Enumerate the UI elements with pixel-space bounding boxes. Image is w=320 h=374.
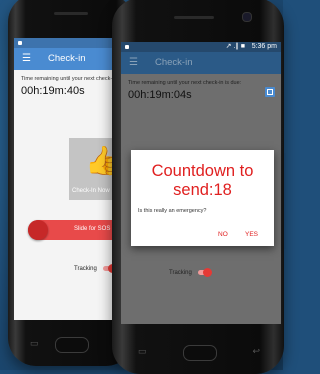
tracking-row: Tracking (74, 264, 118, 273)
dialog-title: Countdown to send:18 (151, 162, 254, 199)
status-time: 5:36 pm (251, 43, 277, 50)
remaining-label: Time remaining until your next check-in … (21, 76, 128, 82)
no-button[interactable]: NO (218, 231, 228, 238)
nav-bar: ▭ (26, 334, 116, 356)
content: Time remaining until your next check-in … (121, 74, 281, 107)
home-button[interactable] (55, 337, 89, 353)
notification-icon (18, 41, 22, 45)
recent-apps-icon[interactable]: ▭ (138, 346, 147, 357)
home-button[interactable] (183, 345, 217, 361)
nav-bar: ▭ ↩ (134, 342, 264, 364)
back-icon[interactable]: ↩ (252, 346, 260, 357)
sos-slider-knob[interactable] (28, 220, 48, 240)
tracking-label: Tracking (74, 266, 97, 273)
tracking-label: Tracking (169, 270, 192, 277)
notification-icon (125, 45, 129, 49)
recent-apps-icon[interactable]: ▭ (30, 338, 39, 349)
countdown-timer: 00h:19m:40s (21, 85, 85, 97)
app-bar: ☰ Check-in (14, 48, 128, 70)
sos-label: Slide for SOS (74, 226, 111, 232)
yes-button[interactable]: YES (245, 231, 258, 238)
hamburger-icon[interactable]: ☰ (129, 57, 138, 69)
emergency-dialog: Countdown to send:18 Is this really an e… (131, 150, 274, 246)
signal-battery-icon: ↗ .∥ ■ (225, 43, 245, 50)
status-bar (14, 38, 128, 48)
app-title: Check-in (155, 57, 193, 68)
tracking-toggle[interactable] (198, 268, 213, 277)
front-camera-icon (242, 12, 252, 22)
speaker-grille (54, 12, 88, 15)
calendar-icon[interactable] (265, 87, 275, 97)
tracking-row: Tracking (169, 268, 213, 277)
countdown-timer: 00h:19m:04s (128, 89, 192, 101)
remaining-label: Time remaining until your next check-in … (128, 80, 242, 86)
content: Time remaining until your next check-in … (14, 70, 128, 103)
hamburger-icon[interactable]: ☰ (22, 53, 31, 65)
back-phone-screen: ☰ Check-in Time remaining until your nex… (14, 38, 128, 320)
dialog-message: Is this really an emergency? (138, 208, 207, 214)
status-bar: ↗ .∥ ■ 5:36 pm (121, 42, 281, 52)
speaker-grille (174, 16, 214, 19)
check-in-label: Check-In Now (72, 188, 110, 194)
app-bar: ☰ Check-in (121, 52, 281, 74)
app-title: Check-in (48, 53, 86, 64)
